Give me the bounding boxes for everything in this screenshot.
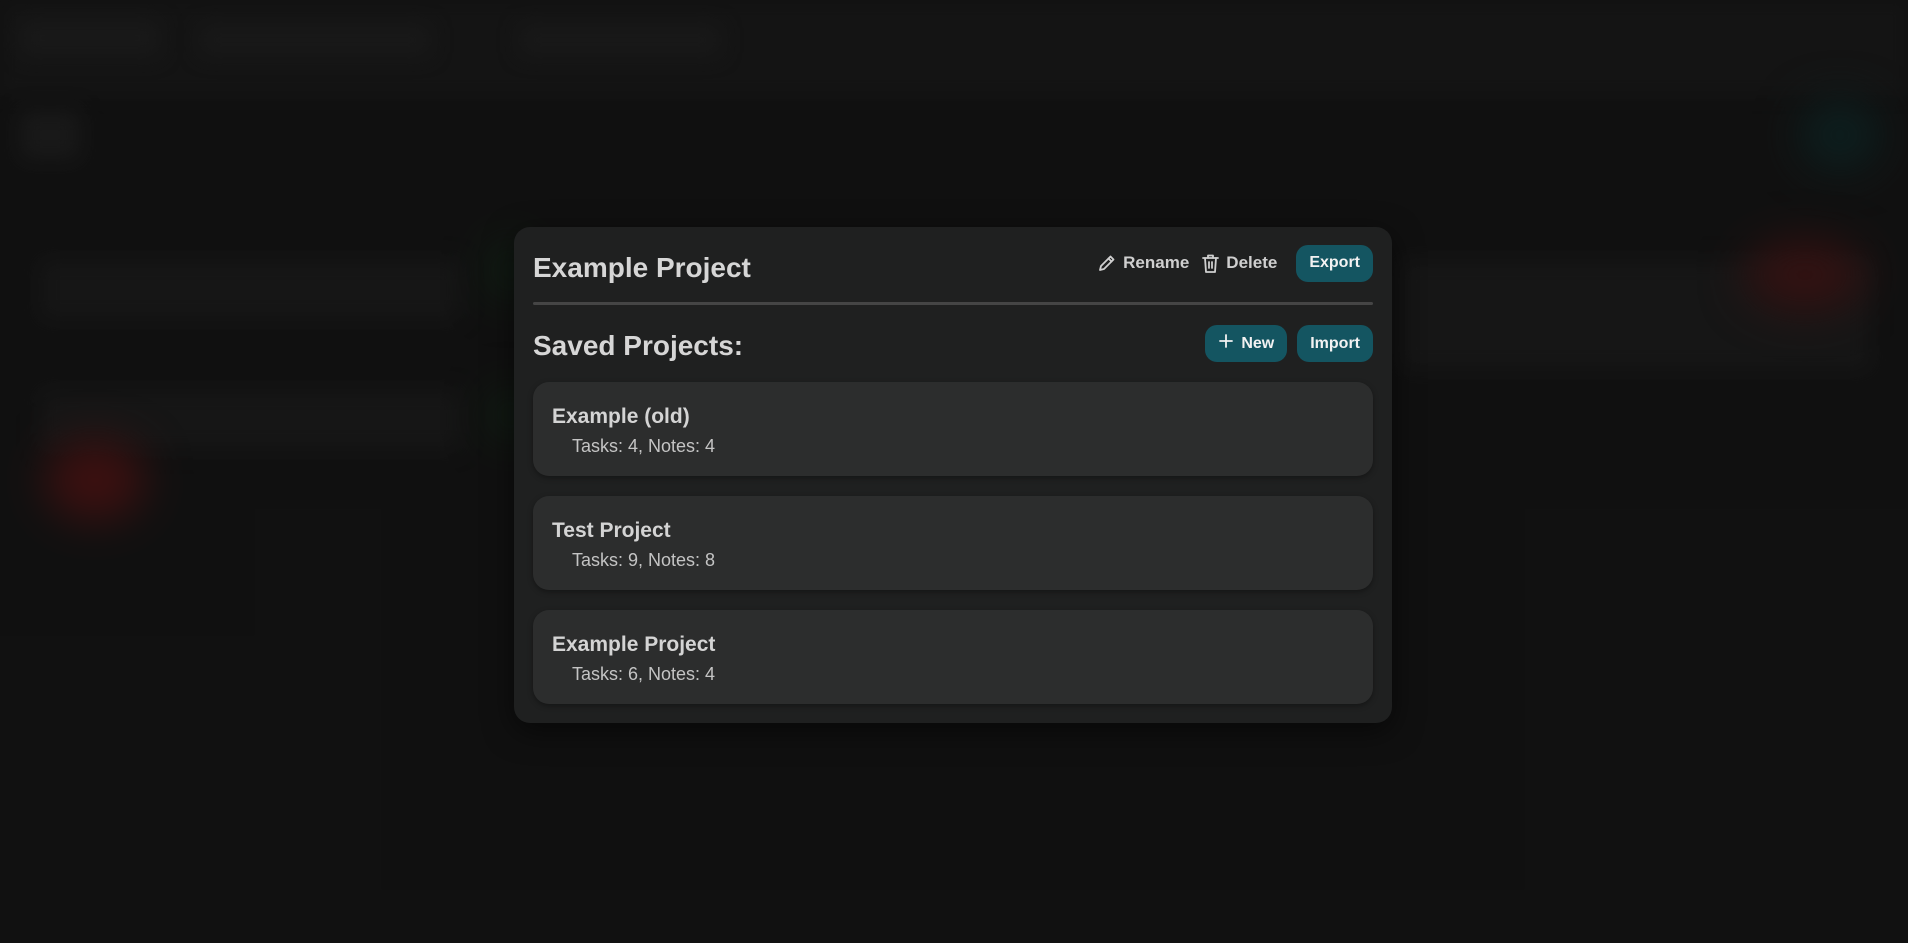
- project-name: Test Project: [552, 519, 671, 542]
- pencil-icon: [1097, 253, 1117, 273]
- project-dialog: Example Project Rename Delete Export Sav…: [514, 227, 1392, 723]
- saved-projects-actions: New Import: [1205, 325, 1373, 362]
- project-card[interactable]: Test Project Tasks: 9, Notes: 8: [533, 496, 1373, 590]
- new-label: New: [1241, 334, 1275, 352]
- project-stats: Tasks: 4, Notes: 4: [572, 436, 716, 456]
- trash-icon: [1201, 253, 1220, 274]
- rename-button[interactable]: Rename: [1097, 253, 1189, 273]
- new-project-button[interactable]: New: [1205, 325, 1288, 362]
- project-card[interactable]: Example Project Tasks: 6, Notes: 4: [533, 610, 1373, 704]
- saved-projects-header: Saved Projects: New Import: [533, 325, 1373, 365]
- delete-label: Delete: [1226, 253, 1278, 272]
- project-name: Example (old): [552, 405, 690, 428]
- import-button[interactable]: Import: [1297, 325, 1373, 362]
- plus-icon: [1218, 333, 1234, 354]
- rename-label: Rename: [1123, 253, 1190, 272]
- header-divider: [533, 302, 1373, 305]
- project-name: Example Project: [552, 633, 716, 656]
- current-project-title: Example Project: [533, 252, 751, 283]
- project-stats: Tasks: 9, Notes: 8: [572, 550, 716, 570]
- saved-projects-title: Saved Projects:: [533, 330, 744, 361]
- project-card[interactable]: Example (old) Tasks: 4, Notes: 4: [533, 382, 1373, 476]
- header-actions: Rename Delete Export: [1097, 244, 1373, 282]
- project-stats: Tasks: 6, Notes: 4: [572, 664, 716, 684]
- delete-button[interactable]: Delete: [1201, 253, 1277, 274]
- export-button[interactable]: Export: [1296, 244, 1373, 282]
- dialog-header: Example Project Rename Delete Export: [533, 244, 1373, 292]
- saved-projects-list: Example (old) Tasks: 4, Notes: 4 Test Pr…: [533, 382, 1373, 724]
